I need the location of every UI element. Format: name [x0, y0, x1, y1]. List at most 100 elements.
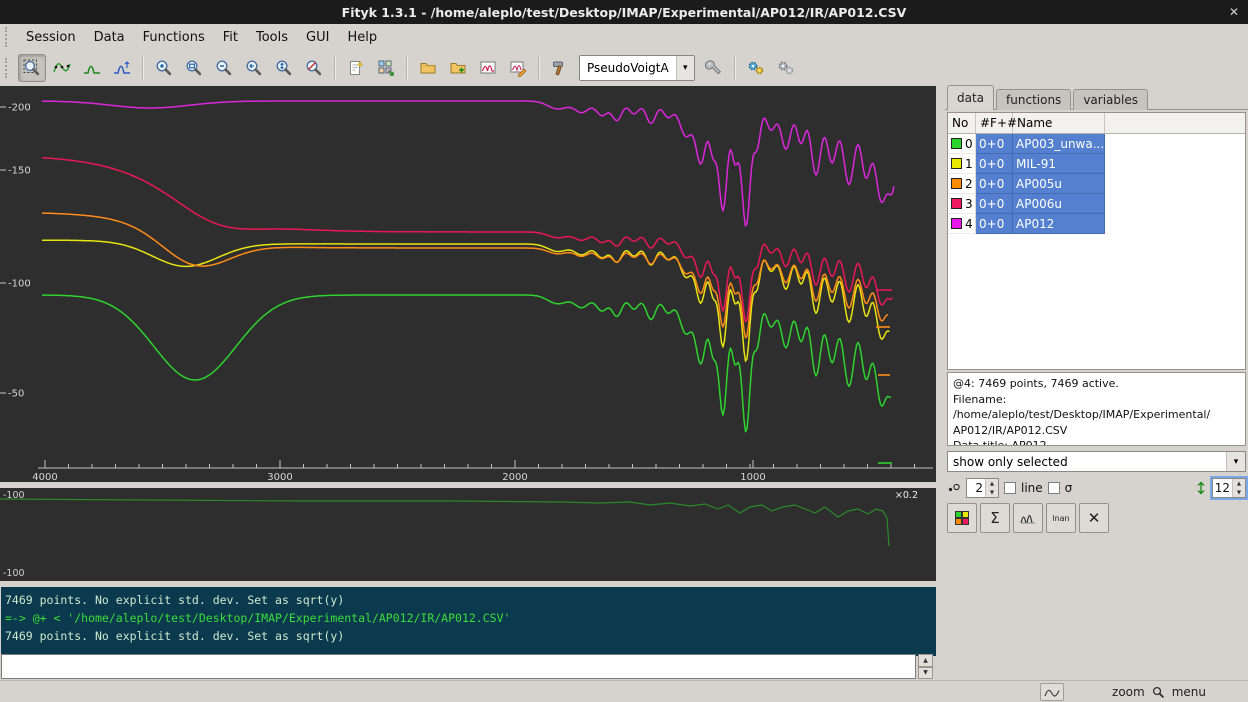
delete-button[interactable]: ✕	[1079, 503, 1109, 533]
peak-type-value: PseudoVoigtA	[580, 61, 676, 75]
menu-session[interactable]: Session	[17, 26, 85, 49]
aux-bottom-label: -100	[3, 568, 25, 579]
dataset-name-cell: AP003_unwa...	[1013, 134, 1105, 154]
dataset-manager-button[interactable]	[372, 54, 400, 82]
toolbar-separator	[334, 57, 336, 79]
dataset-row[interactable]: 10+0MIL-91	[948, 154, 1245, 174]
menu-help[interactable]: Help	[338, 26, 386, 49]
sum-button[interactable]: Σ	[980, 503, 1010, 533]
statusbar-right-group: zoom menu	[1040, 683, 1206, 701]
dataset-table-header: No #F+# Name	[948, 113, 1245, 134]
config-menu-label[interactable]: menu	[1172, 685, 1206, 699]
zoom-out-button[interactable]	[210, 54, 238, 82]
close-button[interactable]: ✕	[1229, 0, 1239, 24]
sigma-checkbox[interactable]	[1048, 482, 1060, 494]
color-grid-button[interactable]	[947, 503, 977, 533]
tab-variables[interactable]: variables	[1073, 89, 1148, 110]
dataset-color-chip	[951, 218, 962, 229]
menu-gui[interactable]: GUI	[297, 26, 338, 49]
functions-preview-button[interactable]	[1013, 503, 1043, 533]
aux-plot[interactable]: -100 -100 ×0.2	[0, 488, 936, 581]
zoom-in-button[interactable]	[150, 54, 178, 82]
gears-icon	[747, 59, 765, 77]
gears-gray-icon	[777, 59, 795, 77]
formula-button[interactable]: lnan	[1046, 503, 1076, 533]
toolbar: PseudoVoigtA▾	[0, 50, 1248, 86]
peak-type-combobox[interactable]: PseudoVoigtA▾	[579, 55, 695, 81]
zoom-all-button[interactable]	[180, 54, 208, 82]
auto-add-button[interactable]	[700, 54, 728, 82]
plot-style-controls: 2 ▲ ▼ line σ 12 ▲ ▼	[947, 477, 1246, 499]
dataset-row[interactable]: 20+0AP005u	[948, 174, 1245, 194]
wrench-icon	[705, 59, 723, 77]
green-peak-icon	[83, 59, 101, 77]
command-input[interactable]	[1, 654, 916, 679]
line-checkbox[interactable]	[1004, 482, 1016, 494]
spin-down-button[interactable]: ▼	[986, 488, 998, 497]
spin-up-button[interactable]: ▲	[1233, 479, 1245, 488]
spin-down-button[interactable]: ▼	[1233, 488, 1245, 497]
tab-data[interactable]: data	[947, 85, 994, 110]
menu-fit[interactable]: Fit	[214, 26, 247, 49]
zoom-vert-button[interactable]	[270, 54, 298, 82]
menubar: Session Data Functions Fit Tools GUI Hel…	[0, 24, 1248, 50]
zoom-menu-label[interactable]: zoom	[1112, 685, 1145, 699]
dataset-row[interactable]: 40+0AP012	[948, 214, 1245, 234]
dataset-number-cell: 4	[948, 214, 976, 234]
command-history-spinner: ▲ ▼	[918, 654, 933, 679]
zoom-reset-button[interactable]	[300, 54, 328, 82]
grid-arrow-icon	[377, 59, 395, 77]
spectrum-curve-ap012	[42, 101, 894, 226]
edit-data-button[interactable]	[504, 54, 532, 82]
magnifier-icon[interactable]	[1152, 686, 1165, 699]
history-down-button[interactable]: ▼	[918, 667, 933, 680]
execute-script-button[interactable]	[742, 54, 770, 82]
toolbar-separator	[538, 57, 540, 79]
dataset-count-cell: 0+0	[976, 194, 1013, 214]
add-peak-mode-button[interactable]	[78, 54, 106, 82]
menubar-grip	[5, 27, 11, 47]
menu-tools[interactable]: Tools	[247, 26, 297, 49]
data-range-mode-button[interactable]	[48, 54, 76, 82]
toolbar-separator	[142, 57, 144, 79]
zoom-mode-button[interactable]	[18, 54, 46, 82]
svg-text:-100: -100	[8, 279, 31, 290]
residual-curve	[0, 499, 889, 546]
rerun-script-button[interactable]	[772, 54, 800, 82]
dataset-number-cell: 2	[948, 174, 976, 194]
main-plot[interactable]: 4000300020001000-200-150-100-50	[0, 86, 936, 482]
fit-run-button[interactable]	[546, 54, 574, 82]
aux-top-label: -100	[3, 490, 25, 501]
menu-functions[interactable]: Functions	[134, 26, 214, 49]
history-up-button[interactable]: ▲	[918, 654, 933, 667]
mini-plot-icon	[1044, 687, 1060, 698]
dataset-name-cell: AP012	[1013, 214, 1105, 234]
tab-functions[interactable]: functions	[996, 89, 1071, 110]
shift-spinner[interactable]: 12 ▲ ▼	[1212, 478, 1246, 498]
dataset-count-cell: 0+0	[976, 174, 1013, 194]
dataset-color-chip	[951, 158, 962, 169]
new-session-button[interactable]	[342, 54, 370, 82]
dataset-name-cell: AP006u	[1013, 194, 1105, 214]
chevron-down-icon: ▾	[1226, 452, 1245, 471]
console-line: =-> @+ < '/home/aleplo/test/Desktop/IMAP…	[5, 609, 937, 627]
filter-dropdown[interactable]: show only selected ▾	[947, 451, 1246, 472]
menu-data[interactable]: Data	[85, 26, 134, 49]
dataset-row[interactable]: 00+0AP003_unwa...	[948, 134, 1245, 154]
point-size-spinner[interactable]: 2 ▲ ▼	[966, 478, 999, 498]
zoom-prev-button[interactable]	[240, 54, 268, 82]
spin-up-button[interactable]: ▲	[986, 479, 998, 488]
magnifier-select-icon	[23, 59, 41, 77]
spectrum-curve-ap006u	[42, 158, 893, 322]
append-data-button[interactable]	[444, 54, 472, 82]
activate-function-mode-button[interactable]	[108, 54, 136, 82]
info-line: AP012/IR/AP012.CSV	[953, 423, 1240, 439]
view-data-button[interactable]	[474, 54, 502, 82]
sigma-checkbox-label: σ	[1065, 481, 1073, 495]
main-plot-svg: 4000300020001000-200-150-100-50	[0, 86, 936, 482]
load-data-button[interactable]	[414, 54, 442, 82]
dataset-count-cell: 0+0	[976, 154, 1013, 174]
aux-config-button[interactable]	[1040, 683, 1064, 701]
dataset-row[interactable]: 30+0AP006u	[948, 194, 1245, 214]
vertical-splitter[interactable]	[936, 86, 945, 680]
